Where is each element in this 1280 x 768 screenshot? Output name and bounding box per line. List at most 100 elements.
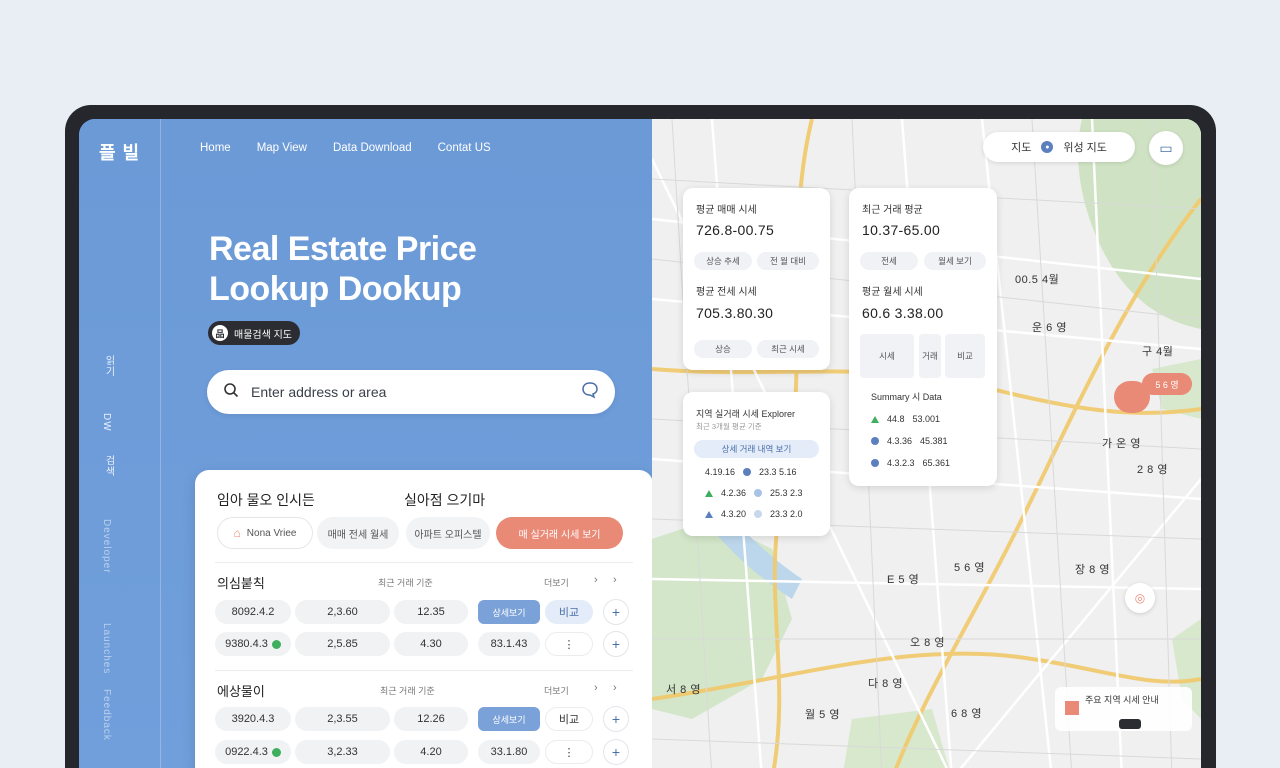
app-logo[interactable]: 플 빌 [99,139,140,165]
card2-chip2[interactable]: 월세 보기 [924,252,986,270]
card6-r1-b: 53.001 [912,414,941,424]
s2-r1-compare-button[interactable]: 비교 [545,707,593,731]
nav-map-view[interactable]: Map View [257,142,307,154]
card1-chip2[interactable]: 전 월 대비 [757,252,819,270]
card3-chip1[interactable]: 상승 [694,340,752,358]
s2-r1-detail-button[interactable]: 상세보기 [478,707,540,731]
card5-row3: 4.3.20 23.3 2.0 [705,509,803,519]
s1-r2-d: 83.1.43 [478,632,540,656]
card5-title: 지역 실거래 시세 Explorer [696,409,795,419]
card6-row1: 44.8 53.001 [871,414,940,424]
screen-icon[interactable]: ▭ [1149,131,1183,165]
card3-chip2[interactable]: 최근 시세 [757,340,819,358]
price-card-recent[interactable]: 최근 거래 평균 10.37-65.00 전세 월세 보기 평균 월세 시세 6… [849,188,997,486]
map-label-11: 서 8 영 [666,684,701,696]
plus-icon: + [611,604,621,620]
legend-handle-icon[interactable] [1119,719,1141,729]
rail-item-3[interactable]: 검색 [101,455,116,477]
section1-more[interactable]: 더보기 [544,576,569,589]
price-card-sale[interactable]: 평균 매매 시세 726.8-00.75 상승 추세 전 월 대비 평균 전세 … [683,188,830,370]
home-icon: ⌂ [233,526,241,540]
card5-row2: 4.2.36 25.3 2.3 [705,488,803,498]
chat-icon[interactable] [581,381,599,404]
rail-item-6[interactable]: Feedback [101,689,112,741]
card6-r3-a: 4.3.2.3 [887,458,915,468]
location-icon[interactable]: ◎ [1125,583,1155,613]
card6-r1-a: 44.8 [887,414,905,424]
s2-r2-add-button[interactable]: + [603,739,629,765]
map-type-toggle[interactable]: 지도 ● 위성 지도 [983,132,1135,162]
nav-home[interactable]: Home [200,142,231,154]
legend-text: 주요 지역 시세 안내 [1085,695,1159,705]
search-icon [223,382,239,403]
card6-row2: 4.3.36 45.381 [871,436,948,446]
chevron-right-icon-4[interactable]: › [613,682,617,694]
card5-chip[interactable]: 상세 거래 내역 보기 [694,440,819,458]
nav-data-download[interactable]: Data Download [333,142,412,154]
toggle-switch-icon[interactable]: ● [1041,141,1054,153]
s1-r1-detail-button[interactable]: 상세보기 [478,600,540,624]
chevron-right-icon-3[interactable]: › [594,682,598,694]
chip-property-type[interactable]: 아파트 오피스텔 [406,517,490,549]
s2-r2-d: 33.1.80 [478,740,540,764]
card6-r3-b: 65.361 [922,458,951,468]
map-legend: 주요 지역 시세 안내 [1055,687,1192,731]
map-label-10: 다 8 영 [868,678,903,690]
card1-chip1[interactable]: 상승 추세 [694,252,752,270]
card5-r2-b: 25.3 2.3 [770,488,803,498]
rail-item-2[interactable]: DW [101,413,112,432]
more-icon: ⋮ [563,638,575,651]
card5-r3-a: 4.3.20 [721,509,747,519]
s2-r2-more[interactable]: ⋮ [545,740,593,764]
map-label-7: 장 8 영 [1075,564,1110,576]
map-pin-label[interactable]: 5 6 영 [1142,373,1192,395]
s2-r2-b: 3,2.33 [295,740,390,764]
toggle-satellite[interactable]: 위성 지도 [1063,139,1107,155]
card6-r2-a: 4.3.36 [887,436,913,446]
dot-icon [743,468,752,476]
left-pane: 플 빌 읽기 DW 검색 Developer Launches Feedback… [79,119,653,768]
s1-r2-add-button[interactable]: + [603,631,629,657]
panel-heading-left: 임아 물오 인시든 [217,492,315,508]
card4-bar2: 거래 [919,334,941,378]
card2-title: 최근 거래 평균 [862,205,923,216]
explorer-card[interactable]: 지역 실거래 시세 Explorer 최근 3개월 평균 기준 상세 거래 내역… [683,392,830,536]
rail-item-5[interactable]: Launches [101,623,112,674]
map-view[interactable]: 지도 ● 위성 지도 ▭ 평균 매매 시세 726.8-00.75 상승 추세 … [652,119,1201,768]
dot-icon [754,489,763,497]
up-icon [705,510,713,518]
plus-icon: + [611,711,621,727]
chip-view-prices[interactable]: 매 실거래 시세 보기 [496,517,623,549]
hero-tag[interactable]: 品 매물검색 지도 [208,321,300,345]
s1-r2-more[interactable]: ⋮ [545,632,593,656]
map-label-3: 구 4월 [1142,346,1174,358]
s2-r1-add-button[interactable]: + [603,706,629,732]
chevron-right-icon-2[interactable]: › [613,574,617,586]
search-input[interactable] [251,384,569,400]
card6-title: Summary 시 Data [871,392,942,402]
section2-more[interactable]: 더보기 [544,684,569,697]
toggle-map[interactable]: 지도 [1011,139,1031,155]
card2-chip1[interactable]: 전세 [860,252,918,270]
nav-contact[interactable]: Contat US [438,142,491,154]
panel-heading-right: 실아점 으기마 [404,492,486,508]
rail-item-4[interactable]: Developer [101,519,112,574]
s1-r2-b: 2,5.85 [295,632,390,656]
s1-r1-compare-button[interactable]: 비교 [545,600,593,624]
s1-r2-a-text: 9380.4.3 [225,638,268,650]
card1-value: 726.8-00.75 [696,222,775,238]
chevron-right-icon[interactable]: › [594,574,598,586]
rail-item-1[interactable]: 읽기 [101,355,116,377]
s2-r2-c: 4.20 [394,740,468,764]
tag-label: 매물검색 지도 [234,329,292,341]
card3-title: 평균 전세 시세 [696,287,757,298]
card4-title: 평균 월세 시세 [862,287,923,298]
s1-r1-add-button[interactable]: + [603,599,629,625]
card6-row3: 4.3.2.3 65.361 [871,458,950,468]
dot-icon [871,459,879,467]
chip-location[interactable]: ⌂ Nona Vriee [217,517,313,549]
legend-swatch-icon [1065,701,1079,715]
s2-r1-c: 12.26 [394,707,468,731]
map-label-13: 6 8 영 [951,708,982,720]
chip-deal-type[interactable]: 매매 전세 월세 [317,517,399,549]
